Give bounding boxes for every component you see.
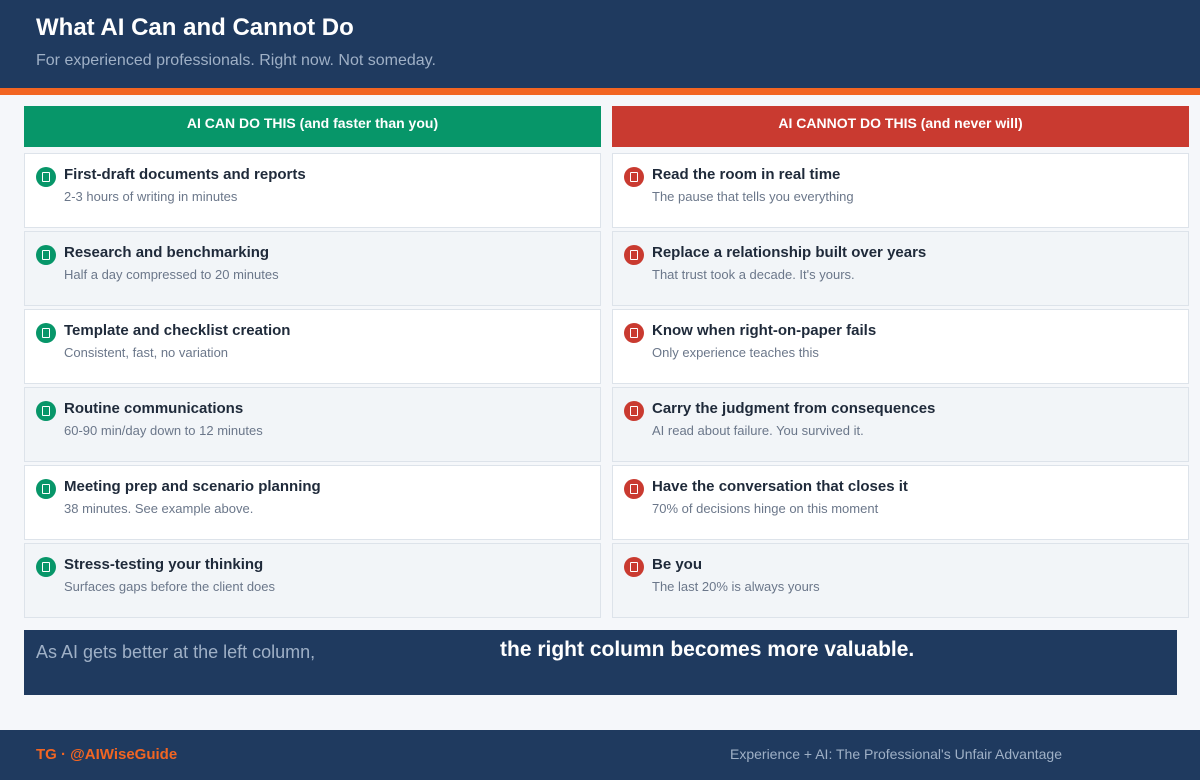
item-title: First-draft documents and reports — [64, 166, 306, 183]
page-subtitle: For experienced professionals. Right now… — [36, 52, 436, 69]
can-do-item: Stress-testing your thinking Surfaces ga… — [24, 543, 601, 618]
item-description: 60-90 min/day down to 12 minutes — [64, 423, 263, 438]
header: What AI Can and Cannot Do For experience… — [0, 0, 1200, 88]
cannot-do-item: Have the conversation that closes it 70%… — [612, 465, 1189, 540]
document-icon — [36, 479, 56, 499]
item-title: Read the room in real time — [652, 166, 841, 183]
can-do-item: Template and checklist creation Consiste… — [24, 309, 601, 384]
item-description: The last 20% is always yours — [652, 579, 820, 594]
banner-emphasis-text: the right column becomes more valuable. — [500, 638, 915, 661]
document-icon — [36, 557, 56, 577]
item-description: The pause that tells you everything — [652, 189, 854, 204]
can-do-item: Routine communications 60-90 min/day dow… — [24, 387, 601, 462]
banner-lead-text: As AI gets better at the left column, — [36, 642, 316, 662]
document-icon — [624, 245, 644, 265]
cannot-do-item: Read the room in real time The pause tha… — [612, 153, 1189, 228]
item-title: Template and checklist creation — [64, 322, 291, 339]
cannot-do-column: AI CANNOT DO THIS (and never will) Read … — [612, 106, 1189, 621]
item-title: Know when right-on-paper fails — [652, 322, 877, 339]
item-title: Have the conversation that closes it — [652, 478, 908, 495]
item-title: Be you — [652, 556, 703, 573]
item-title: Research and benchmarking — [64, 244, 270, 261]
cannot-do-heading: AI CANNOT DO THIS (and never will) — [612, 106, 1189, 147]
page-title: What AI Can and Cannot Do — [36, 14, 354, 41]
conclusion-banner: As AI gets better at the left column, th… — [24, 630, 1177, 695]
cannot-do-item: Be you The last 20% is always yours — [612, 543, 1189, 618]
document-icon — [624, 167, 644, 187]
footer: TG · @AIWiseGuide Experience + AI: The P… — [0, 730, 1200, 780]
footer-tagline: Experience + AI: The Professional's Unfa… — [730, 746, 1063, 762]
item-description: That trust took a decade. It's yours. — [652, 267, 855, 282]
cannot-do-item: Carry the judgment from consequences AI … — [612, 387, 1189, 462]
cannot-do-item: Replace a relationship built over years … — [612, 231, 1189, 306]
item-title: Carry the judgment from consequences — [652, 400, 936, 417]
item-title: Stress-testing your thinking — [64, 556, 264, 573]
can-do-item: First-draft documents and reports 2-3 ho… — [24, 153, 601, 228]
document-icon — [624, 557, 644, 577]
accent-divider — [0, 88, 1200, 95]
document-icon — [36, 323, 56, 343]
cannot-do-item: Know when right-on-paper fails Only expe… — [612, 309, 1189, 384]
item-description: 2-3 hours of writing in minutes — [64, 189, 238, 204]
item-description: 70% of decisions hinge on this moment — [652, 501, 879, 516]
can-do-heading: AI CAN DO THIS (and faster than you) — [24, 106, 601, 147]
can-do-column: AI CAN DO THIS (and faster than you) Fir… — [24, 106, 601, 621]
item-description: 38 minutes. See example above. — [64, 501, 254, 516]
can-do-item: Research and benchmarking Half a day com… — [24, 231, 601, 306]
item-description: Surfaces gaps before the client does — [64, 579, 276, 594]
document-icon — [36, 245, 56, 265]
document-icon — [624, 401, 644, 421]
item-description: Consistent, fast, no variation — [64, 345, 229, 360]
item-title: Routine communications — [64, 400, 244, 417]
item-title: Replace a relationship built over years — [652, 244, 927, 261]
footer-brand: TG · @AIWiseGuide — [36, 746, 178, 763]
document-icon — [36, 401, 56, 421]
item-title: Meeting prep and scenario planning — [64, 478, 321, 495]
document-icon — [624, 479, 644, 499]
document-icon — [624, 323, 644, 343]
item-description: AI read about failure. You survived it. — [652, 423, 864, 438]
can-do-item: Meeting prep and scenario planning 38 mi… — [24, 465, 601, 540]
document-icon — [36, 167, 56, 187]
item-description: Only experience teaches this — [652, 345, 819, 360]
item-description: Half a day compressed to 20 minutes — [64, 267, 279, 282]
